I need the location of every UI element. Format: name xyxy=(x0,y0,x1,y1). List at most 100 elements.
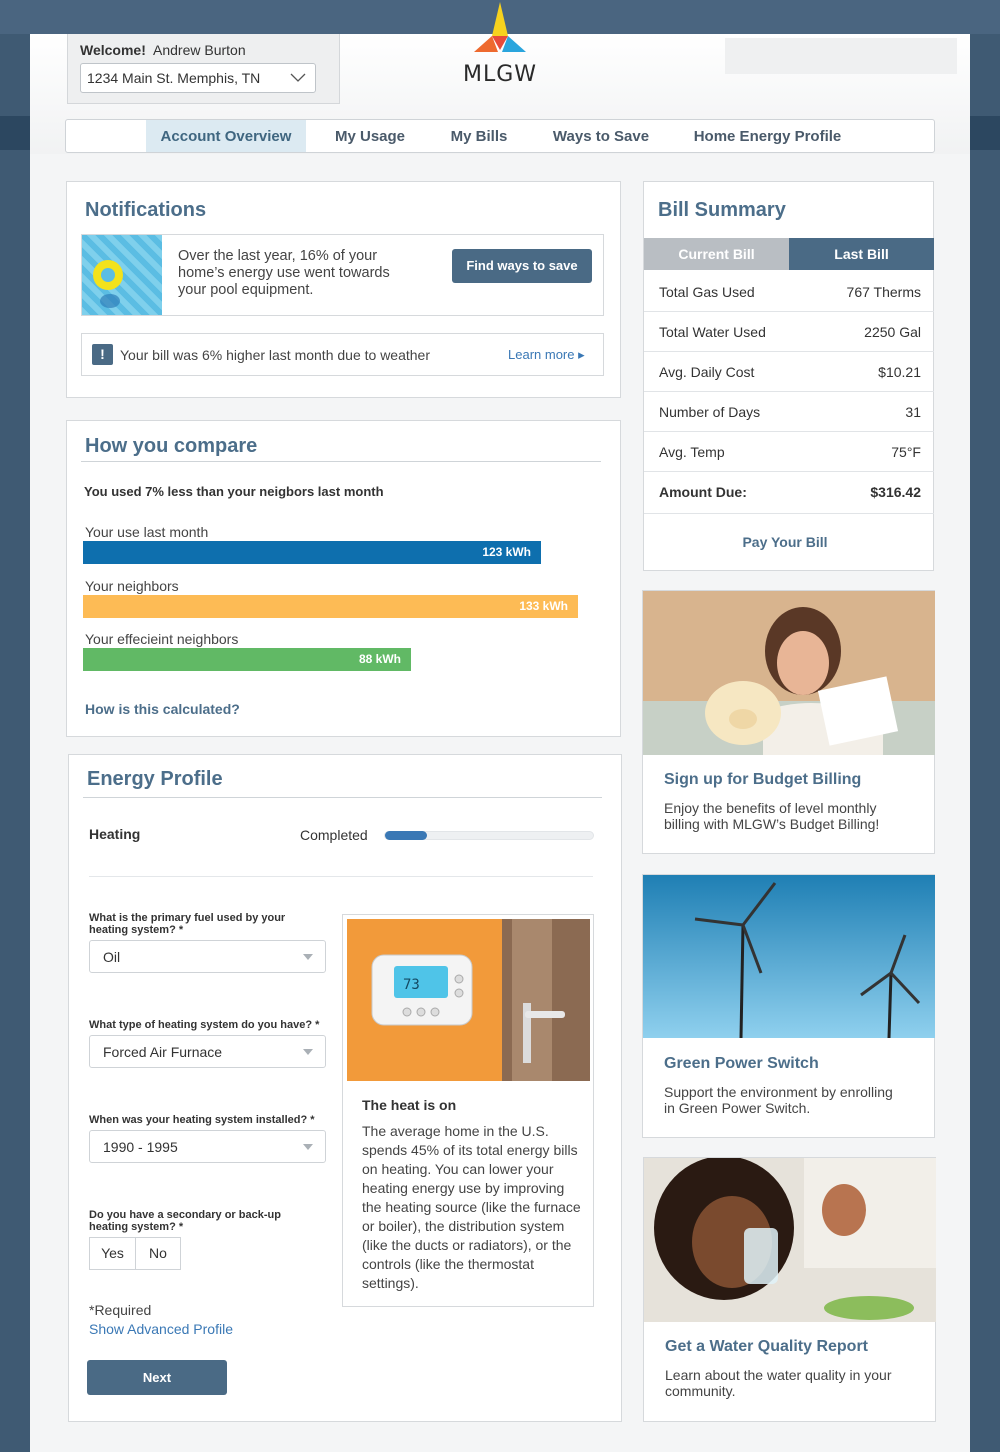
promo-title: Green Power Switch xyxy=(664,1055,819,1072)
alert-icon: ! xyxy=(92,344,113,365)
wind-turbine-icon xyxy=(643,875,935,1038)
bill-summary-card: Bill Summary Current Bill Last Bill Tota… xyxy=(643,181,934,571)
promo-text: Support the environment by enrolling in … xyxy=(664,1084,893,1116)
system-type-select[interactable]: Forced Air Furnace xyxy=(89,1035,326,1068)
compare-title: How you compare xyxy=(85,435,258,457)
piggy-bank-icon xyxy=(643,591,935,755)
bar-label-efficient-neighbors: Your effecieint neighbors xyxy=(85,631,239,647)
promo-image-wind-turbines xyxy=(643,875,935,1038)
promo-text: Enjoy the benefits of level monthly bill… xyxy=(664,800,880,832)
row-value: 31 xyxy=(905,404,921,420)
amount-due-value: $316.42 xyxy=(870,484,921,500)
amount-due-row: Amount Due: $316.42 xyxy=(644,472,934,514)
bill-summary-title: Bill Summary xyxy=(658,199,786,221)
tab-my-usage[interactable]: My Usage xyxy=(324,120,416,152)
logo-mark-icon xyxy=(474,2,526,52)
row-label: Amount Due: xyxy=(659,484,747,500)
energy-profile-title: Energy Profile xyxy=(87,768,223,790)
required-note: *Required xyxy=(89,1302,152,1318)
info-title: The heat is on xyxy=(362,1097,457,1113)
header-right-panel xyxy=(725,38,957,74)
promo-green-power[interactable]: Green Power Switch Support the environme… xyxy=(642,874,935,1138)
thermostat-icon: 73 xyxy=(347,919,590,1081)
show-advanced-profile-link[interactable]: Show Advanced Profile xyxy=(89,1321,233,1337)
row-value: 2250 Gal xyxy=(864,324,921,340)
find-ways-to-save-button[interactable]: Find ways to save xyxy=(452,249,592,283)
q-system-type-label: What type of heating system do you have?… xyxy=(89,1019,320,1031)
row-label: Number of Days xyxy=(659,404,761,420)
welcome-line: Welcome! Andrew Burton xyxy=(80,42,246,58)
bill-row: Number of Days 31 xyxy=(644,392,934,432)
pay-your-bill-link[interactable]: Pay Your Bill xyxy=(644,534,926,550)
tab-ways-to-save[interactable]: Ways to Save xyxy=(543,120,659,152)
dropdown-arrow-icon xyxy=(303,954,313,960)
bill-tabs: Current Bill Last Bill xyxy=(644,238,934,270)
thermostat-reading: 73 xyxy=(403,977,420,993)
pool-image xyxy=(82,235,162,315)
heating-tip-card: 73 The heat is on The average home in th… xyxy=(342,914,594,1307)
installed-year-select[interactable]: 1990 - 1995 xyxy=(89,1130,326,1163)
tab-account-overview[interactable]: Account Overview xyxy=(146,120,306,152)
weather-message: Your bill was 6% higher last month due t… xyxy=(120,347,430,363)
row-label: Total Water Used xyxy=(659,324,766,340)
pool-message: Over the last year, 16% of your home’s e… xyxy=(178,248,390,298)
learn-more-link[interactable]: Learn more ▸ xyxy=(508,347,585,363)
welcome-panel: Welcome! Andrew Burton 1234 Main St. Mem… xyxy=(67,34,340,104)
divider xyxy=(89,876,593,877)
user-name: Andrew Burton xyxy=(153,42,246,58)
energy-profile-card: Energy Profile Heating Completed What is… xyxy=(68,754,622,1422)
q-secondary-label: Do you have a secondary or back-up heati… xyxy=(89,1209,281,1233)
completed-label: Completed xyxy=(300,827,368,843)
q-installed-label: When was your heating system installed? … xyxy=(89,1114,315,1126)
thermostat-image: 73 xyxy=(347,919,590,1081)
primary-fuel-select[interactable]: Oil xyxy=(89,940,326,973)
row-label: Avg. Temp xyxy=(659,444,725,460)
address-value: 1234 Main St. Memphis, TN xyxy=(87,70,261,86)
next-button[interactable]: Next xyxy=(87,1360,227,1395)
bill-row: Avg. Temp 75°F xyxy=(644,432,934,472)
primary-fuel-value: Oil xyxy=(103,949,121,965)
divider xyxy=(81,461,601,462)
system-type-value: Forced Air Furnace xyxy=(103,1044,223,1060)
bar-your-use: 123 kWh xyxy=(83,541,541,564)
mlgw-logo[interactable]: MLGW xyxy=(452,0,548,87)
bill-row: Total Water Used 2250 Gal xyxy=(644,312,934,352)
row-label: Avg. Daily Cost xyxy=(659,364,755,380)
bar-neighbors: 133 kWh xyxy=(83,595,578,618)
bar-label-neighbors: Your neighbors xyxy=(85,578,179,594)
promo-title: Sign up for Budget Billing xyxy=(664,771,862,788)
q-primary-fuel-label: What is the primary fuel used by your he… xyxy=(89,912,286,936)
no-button[interactable]: No xyxy=(135,1237,181,1270)
notifications-card: Notifications Over the last year, 16% of… xyxy=(66,181,621,398)
promo-water-quality[interactable]: Get a Water Quality Report Learn about t… xyxy=(643,1157,936,1422)
tab-current-bill[interactable]: Current Bill xyxy=(644,238,789,270)
installed-year-value: 1990 - 1995 xyxy=(103,1139,178,1155)
main-nav: Account Overview My Usage My Bills Ways … xyxy=(65,119,935,153)
pool-notification: Over the last year, 16% of your home’s e… xyxy=(81,234,604,316)
weather-notification: ! Your bill was 6% higher last month due… xyxy=(81,333,604,376)
yes-button[interactable]: Yes xyxy=(89,1237,136,1270)
chevron-down-icon xyxy=(290,73,306,82)
promo-text: Learn about the water quality in your co… xyxy=(665,1367,892,1399)
water-glass-icon xyxy=(644,1158,936,1322)
bar-label-your-use: Your use last month xyxy=(85,524,209,540)
dropdown-arrow-icon xyxy=(303,1049,313,1055)
row-value: 75°F xyxy=(891,444,921,460)
tab-last-bill[interactable]: Last Bill xyxy=(789,238,934,270)
notifications-title: Notifications xyxy=(85,199,207,221)
promo-title: Get a Water Quality Report xyxy=(665,1338,868,1355)
how-calculated-link[interactable]: How is this calculated? xyxy=(85,701,240,717)
promo-image-woman-piggybank xyxy=(643,591,935,755)
progress-bar xyxy=(384,831,594,840)
compare-summary: You used 7% less than your neigbors last… xyxy=(84,484,384,499)
section-heading: Heating xyxy=(89,826,141,842)
row-value: $10.21 xyxy=(878,364,921,380)
bar-efficient-neighbors: 88 kWh xyxy=(83,648,411,671)
promo-budget-billing[interactable]: Sign up for Budget Billing Enjoy the ben… xyxy=(642,590,935,854)
row-label: Total Gas Used xyxy=(659,284,755,300)
promo-image-girl-drinking xyxy=(644,1158,936,1322)
address-select[interactable]: 1234 Main St. Memphis, TN xyxy=(80,63,316,93)
tab-home-energy-profile[interactable]: Home Energy Profile xyxy=(686,120,849,152)
tab-my-bills[interactable]: My Bills xyxy=(442,120,516,152)
row-value: 767 Therms xyxy=(846,284,921,300)
